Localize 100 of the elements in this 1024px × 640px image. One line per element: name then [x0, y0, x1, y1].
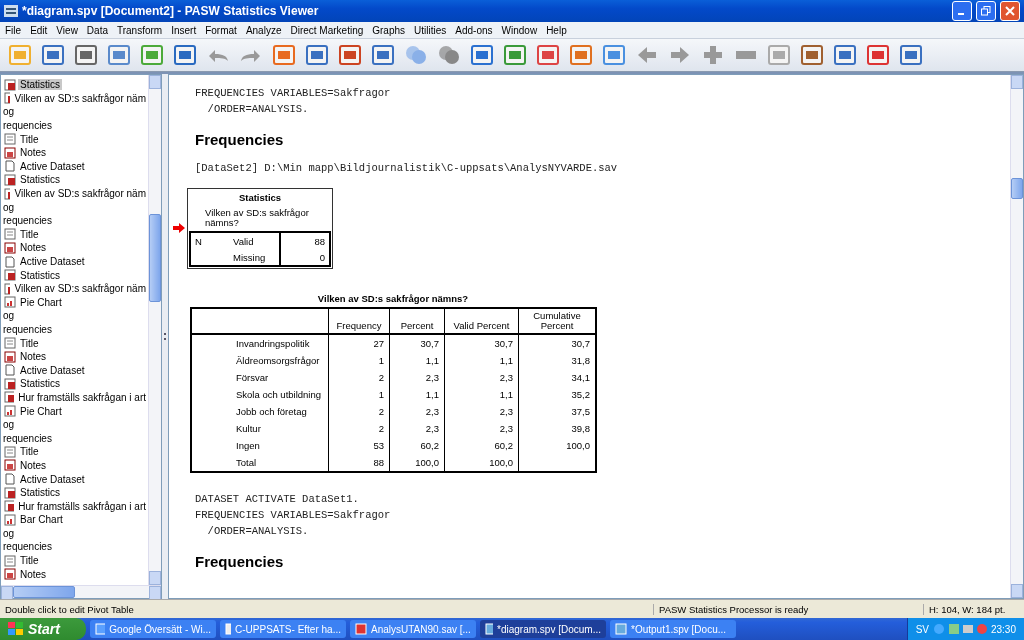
outline-item[interactable]: Notes [18, 568, 49, 580]
forward-icon[interactable] [669, 45, 691, 65]
menu-item[interactable]: Window [498, 24, 544, 36]
table-cell: 2,3 [444, 420, 519, 437]
output-heading: Frequencies [195, 131, 284, 148]
row-label: Skola och utbildning [191, 386, 329, 403]
menu-item[interactable]: Transform [114, 24, 169, 36]
outline-item[interactable]: Vilken av SD:s sakfrågor näm [12, 92, 148, 104]
table-cell: 60,2 [389, 437, 445, 454]
table-cell: 2 [328, 403, 390, 420]
outline-item[interactable]: Pie Chart [18, 296, 64, 308]
outline-item[interactable]: Title [18, 446, 41, 458]
outline-item[interactable]: Statistics [18, 378, 62, 390]
menu-item[interactable]: Utilities [411, 24, 453, 36]
close-button[interactable] [1000, 1, 1020, 21]
outline-item[interactable]: Vilken av SD:s sakfrågor näm [12, 283, 148, 295]
outline-item[interactable]: Notes [18, 459, 49, 471]
outline-item[interactable]: Active Dataset [18, 256, 87, 267]
outline-item[interactable]: Vilken av SD:s sakfrågor näm [12, 188, 148, 200]
outline-item[interactable]: Active Dataset [18, 473, 87, 485]
table-cell: 27 [328, 334, 390, 352]
table-cell: 2 [328, 369, 390, 386]
clock: 23:30 [990, 623, 1016, 635]
menu-item[interactable]: File [2, 24, 28, 36]
taskbar-button[interactable]: *Output1.spv [Docu... [610, 620, 736, 638]
undo-icon[interactable] [207, 48, 229, 62]
tray-square-icon[interactable] [948, 624, 959, 634]
outline-item[interactable]: og [1, 419, 17, 431]
outline-item[interactable]: Title [18, 228, 41, 240]
menu-item[interactable]: Format [202, 24, 243, 36]
menu-item[interactable]: Direct Marketing [287, 24, 370, 36]
outline-item[interactable]: Notes [18, 147, 49, 159]
redo-icon[interactable] [240, 48, 262, 62]
table-cell: 2,3 [444, 403, 519, 420]
menu-item[interactable]: Graphs [369, 24, 412, 36]
vertical-scrollbar[interactable] [148, 75, 161, 585]
outline-item[interactable]: Hur framställs sakfrågan i art [16, 500, 148, 512]
outline-item[interactable]: og [1, 527, 17, 539]
outline-item[interactable]: requencies [1, 324, 54, 335]
vertical-scrollbar[interactable] [1010, 75, 1023, 598]
outline-item[interactable]: Statistics [18, 79, 62, 91]
table-cell: 2,3 [389, 369, 445, 386]
outline-item[interactable]: Statistics [18, 487, 62, 499]
outline-item[interactable]: Active Dataset [18, 364, 87, 376]
outline-item[interactable]: Active Dataset [18, 160, 87, 172]
menu-item[interactable]: Insert [168, 24, 203, 36]
outline-item[interactable]: Title [18, 133, 41, 145]
pivot-table-icon [4, 377, 16, 390]
plus-icon[interactable] [703, 45, 723, 65]
table-cell: 2,3 [389, 420, 445, 437]
table-cell: 37,5 [518, 403, 596, 420]
outline-item[interactable]: Statistics [18, 269, 62, 281]
outline-item[interactable]: Notes [18, 351, 49, 363]
start-button[interactable]: Start [0, 618, 86, 640]
taskbar-button[interactable]: *diagram.spv [Docum... [480, 620, 606, 638]
outline-item[interactable]: requencies [1, 215, 54, 227]
row-label: Försvar [191, 369, 329, 386]
horizontal-scrollbar[interactable] [1, 585, 161, 598]
menu-item[interactable]: Analyze [242, 24, 288, 36]
menu-item[interactable]: View [53, 24, 84, 36]
table-cell: 0 [279, 249, 329, 265]
outline-item[interactable]: requencies [1, 120, 54, 132]
dark-circles-icon[interactable] [436, 44, 462, 66]
column-header: Frequency [328, 308, 390, 334]
syntax-text: DATASET ACTIVATE DataSet1. FREQUENCIES VARIABLES=Sakfragor /ORDER=ANALYSIS. [195, 492, 391, 539]
taskbar-button[interactable]: AnalysUTAN90.sav [... [350, 620, 476, 638]
menu-item[interactable]: Edit [27, 24, 54, 36]
notes-icon [4, 146, 16, 159]
row-label: Kultur [191, 420, 329, 437]
outline-item[interactable]: requencies [1, 541, 54, 553]
outline-item[interactable]: Notes [18, 242, 49, 254]
close-icon [1005, 6, 1015, 16]
outline-item[interactable]: og [1, 310, 17, 322]
column-header: Cumulative Percent [518, 308, 596, 334]
processor-status: PASW Statistics Processor is ready [653, 603, 884, 615]
minimize-button[interactable] [952, 1, 972, 21]
outline-item[interactable]: Hur framställs sakfrågan i art [16, 391, 148, 403]
outline-item[interactable]: og [1, 106, 17, 118]
circles-icon[interactable] [403, 44, 429, 66]
table-cell: 88 [328, 454, 390, 472]
row-label: Jobb och företag [191, 403, 329, 420]
menu-item[interactable]: Data [83, 24, 114, 36]
taskbar-button[interactable]: C-UPPSATS- Efter ha... [220, 620, 346, 638]
table-cell: 30,7 [518, 334, 596, 352]
taskbar-button[interactable]: Google Översätt - Wi... [90, 620, 216, 638]
variable-label: Vilken av SD:s sakfrågor nämns? [204, 206, 310, 230]
outline-item[interactable]: Statistics [18, 174, 62, 186]
outline-item[interactable]: requencies [1, 432, 54, 444]
outline-item[interactable]: Pie Chart [18, 405, 64, 417]
outline-item[interactable]: Title [18, 555, 41, 567]
syntax-text: FREQUENCIES VARIABLES=Sakfragor /ORDER=ANALYSIS. [195, 86, 391, 117]
table-cell: 53 [328, 437, 390, 454]
menu-item[interactable]: Help [543, 24, 573, 36]
outline-item[interactable]: Bar Chart [18, 514, 65, 526]
outline-item[interactable]: og [1, 201, 17, 213]
outline-item[interactable]: Title [18, 337, 41, 349]
table-cell: 2,3 [389, 403, 445, 420]
restore-button[interactable] [976, 1, 996, 21]
menu-item[interactable]: Add-ons [452, 24, 499, 36]
back-icon[interactable] [636, 45, 658, 65]
